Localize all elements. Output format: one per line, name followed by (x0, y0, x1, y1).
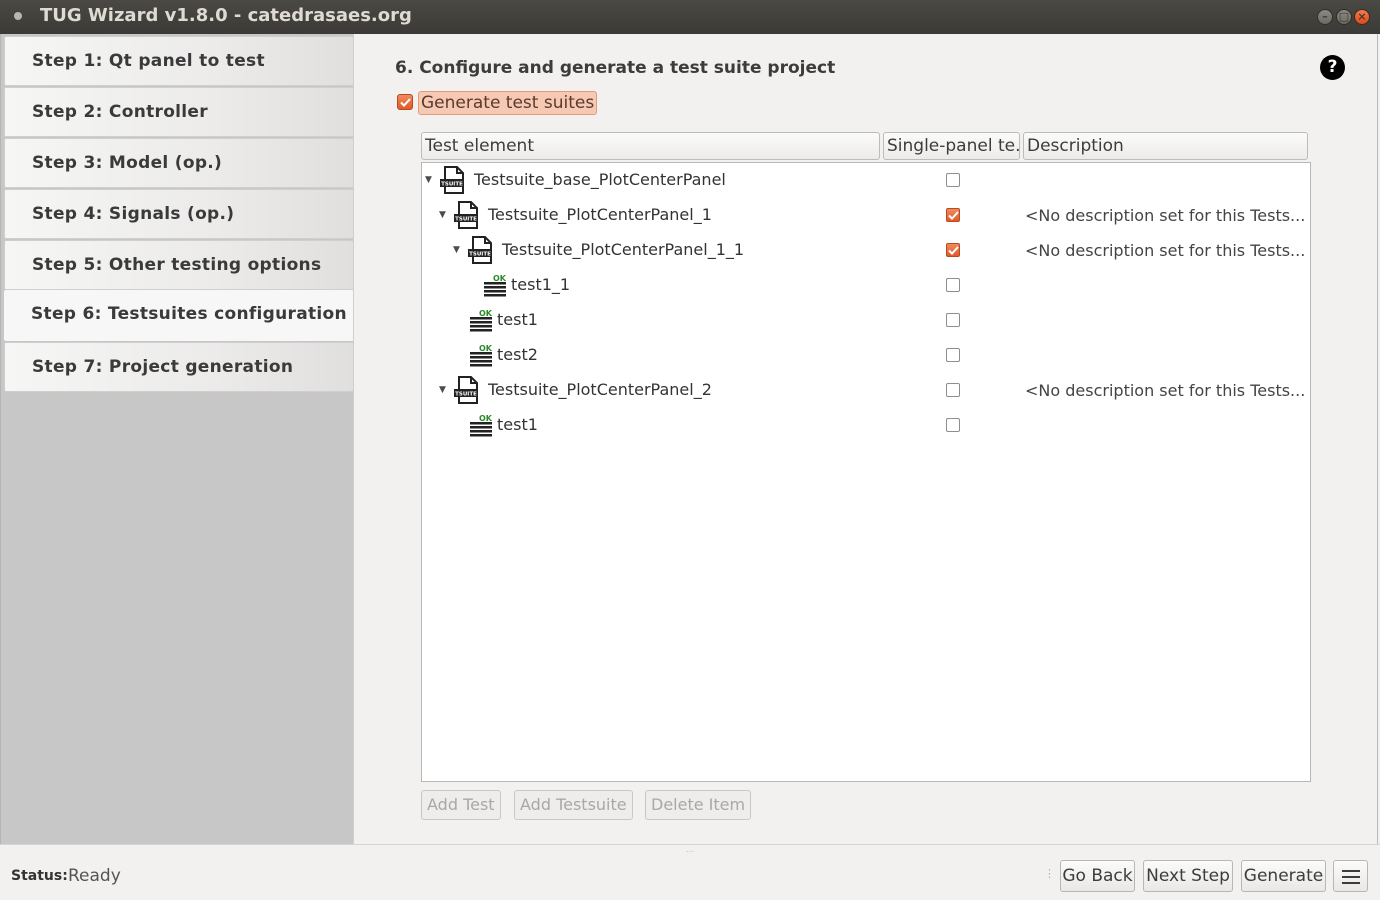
wizard-window: Step 1: Qt panel to test Step 2: Control… (0, 34, 1380, 900)
testsuite-icon: TSUITE (440, 166, 464, 194)
tree-row-test[interactable]: OK test1 (422, 303, 1310, 338)
sidebar-step-3[interactable]: Step 3: Model (op.) (4, 138, 354, 188)
minimize-icon: – (1322, 10, 1328, 23)
title-bar: TUG Wizard v1.8.0 - catedrasaes.org – □ … (0, 0, 1380, 34)
tree-row-suite[interactable]: ▼ TSUITE Testsuite_PlotCenterPanel_1 <No… (422, 198, 1310, 233)
separator-icon: ⋮ (1044, 867, 1055, 880)
step-label: Step 3: Model (op.) (32, 153, 223, 173)
sidebar-step-7[interactable]: Step 7: Project generation (4, 342, 354, 392)
expand-arrow-icon[interactable]: ▼ (425, 175, 432, 185)
expand-arrow-icon[interactable]: ▼ (439, 385, 446, 395)
tree-row-test[interactable]: OK test1 (422, 408, 1310, 443)
testsuite-icon-text: TSUITE (441, 182, 463, 188)
maximize-icon: □ (1338, 10, 1350, 23)
step-label: Step 4: Signals (op.) (32, 204, 235, 224)
step-label: Step 1: Qt panel to test (32, 51, 265, 71)
testsuite-icon: TSUITE (454, 376, 478, 404)
single-panel-checkbox[interactable] (946, 313, 960, 327)
help-icon[interactable]: ? (1320, 55, 1345, 80)
generate-button[interactable]: Generate (1241, 860, 1326, 892)
steps-sidebar: Step 1: Qt panel to test Step 2: Control… (0, 34, 354, 844)
test-case-icon: OK (470, 309, 493, 332)
tree-row-label: test1 (497, 415, 538, 434)
sidebar-step-4[interactable]: Step 4: Signals (op.) (4, 189, 354, 239)
testsuite-icon-text: TSUITE (469, 252, 491, 258)
tree-row-label: Testsuite_PlotCenterPanel_1 (488, 205, 712, 224)
tree-row-suite[interactable]: ▼ TSUITE Testsuite_base_PlotCenterPanel (422, 163, 1310, 198)
tree-row-test[interactable]: OK test2 (422, 338, 1310, 373)
test-case-icon: OK (484, 274, 507, 297)
expand-arrow-icon[interactable]: ▼ (439, 210, 446, 220)
checkbox-checked-icon (397, 94, 413, 110)
single-panel-checkbox[interactable] (946, 383, 960, 397)
single-panel-checkbox[interactable] (946, 278, 960, 292)
single-panel-checkbox[interactable] (946, 348, 960, 362)
tree-row-suite[interactable]: ▼ TSUITE Testsuite_PlotCenterPanel_1_1 <… (422, 233, 1310, 268)
close-button[interactable]: × (1354, 9, 1370, 25)
status-bar: ⋯ Status: Ready ⋮ Go Back Next Step Gene… (0, 844, 1380, 900)
add-testsuite-button[interactable]: Add Testsuite (514, 790, 633, 820)
sidebar-step-5[interactable]: Step 5: Other testing options (4, 240, 354, 290)
tree-row-test[interactable]: OK test1_1 (422, 268, 1310, 303)
tree-row-label: Testsuite_PlotCenterPanel_1_1 (502, 240, 745, 259)
test-case-icon: OK (470, 344, 493, 367)
test-case-icon: OK (470, 414, 493, 437)
tree-row-suite[interactable]: ▼ TSUITE Testsuite_PlotCenterPanel_2 <No… (422, 373, 1310, 408)
window-title: TUG Wizard v1.8.0 - catedrasaes.org (40, 5, 412, 26)
tree-row-label: Testsuite_base_PlotCenterPanel (474, 170, 726, 189)
row-description: <No description set for this Tests... (1025, 381, 1305, 400)
single-panel-checkbox[interactable] (946, 418, 960, 432)
status-label: Status: (11, 868, 68, 884)
tree-row-label: test2 (497, 345, 538, 364)
generate-test-suites-label: Generate test suites (418, 91, 598, 115)
row-description: <No description set for this Tests... (1025, 241, 1305, 260)
single-panel-checkbox[interactable] (946, 208, 960, 222)
tree-row-label: test1 (497, 310, 538, 329)
column-header-single-panel[interactable]: Single-panel te... (883, 132, 1020, 160)
tree-row-label: test1_1 (511, 275, 571, 294)
add-test-button[interactable]: Add Test (421, 790, 501, 820)
main-panel: 6. Configure and generate a test suite p… (353, 34, 1378, 844)
test-icon-text: OK (493, 274, 507, 283)
close-icon: × (1357, 10, 1367, 23)
test-tree-table: Test element Single-panel te... Descript… (421, 132, 1311, 782)
status-value: Ready (68, 866, 121, 886)
testsuite-icon-text: TSUITE (455, 392, 477, 398)
step-label: Step 2: Controller (32, 102, 208, 122)
minimize-button[interactable]: – (1317, 9, 1333, 25)
test-icon-text: OK (479, 344, 493, 353)
testsuite-icon-text: TSUITE (455, 217, 477, 223)
maximize-button[interactable]: □ (1336, 9, 1352, 25)
single-panel-checkbox[interactable] (946, 173, 960, 187)
resize-grip-icon[interactable]: ⋯ (686, 847, 694, 856)
step-label: Step 6: Testsuites configuration (31, 304, 347, 324)
page-title: 6. Configure and generate a test suite p… (395, 58, 836, 78)
sidebar-step-6[interactable]: Step 6: Testsuites configuration (4, 290, 354, 341)
go-back-button[interactable]: Go Back (1060, 860, 1135, 892)
sidebar-step-1[interactable]: Step 1: Qt panel to test (4, 36, 354, 86)
test-icon-text: OK (479, 309, 493, 318)
sidebar-step-2[interactable]: Step 2: Controller (4, 87, 354, 137)
step-label: Step 5: Other testing options (32, 255, 322, 275)
tree-body: ▼ TSUITE Testsuite_base_PlotCenterPanel … (421, 162, 1311, 782)
expand-arrow-icon[interactable]: ▼ (453, 245, 460, 255)
column-header-test-element[interactable]: Test element (421, 132, 880, 160)
next-step-button[interactable]: Next Step (1143, 860, 1233, 892)
column-header-description[interactable]: Description (1023, 132, 1308, 160)
test-icon-text: OK (479, 414, 493, 423)
step-label: Step 7: Project generation (32, 357, 294, 377)
testsuite-icon: TSUITE (454, 201, 478, 229)
row-description: <No description set for this Tests... (1025, 206, 1305, 225)
testsuite-icon: TSUITE (468, 236, 492, 264)
single-panel-checkbox[interactable] (946, 243, 960, 257)
app-icon (14, 12, 22, 20)
tree-row-label: Testsuite_PlotCenterPanel_2 (488, 380, 712, 399)
menu-button[interactable] (1333, 860, 1368, 892)
delete-item-button[interactable]: Delete Item (645, 790, 752, 820)
